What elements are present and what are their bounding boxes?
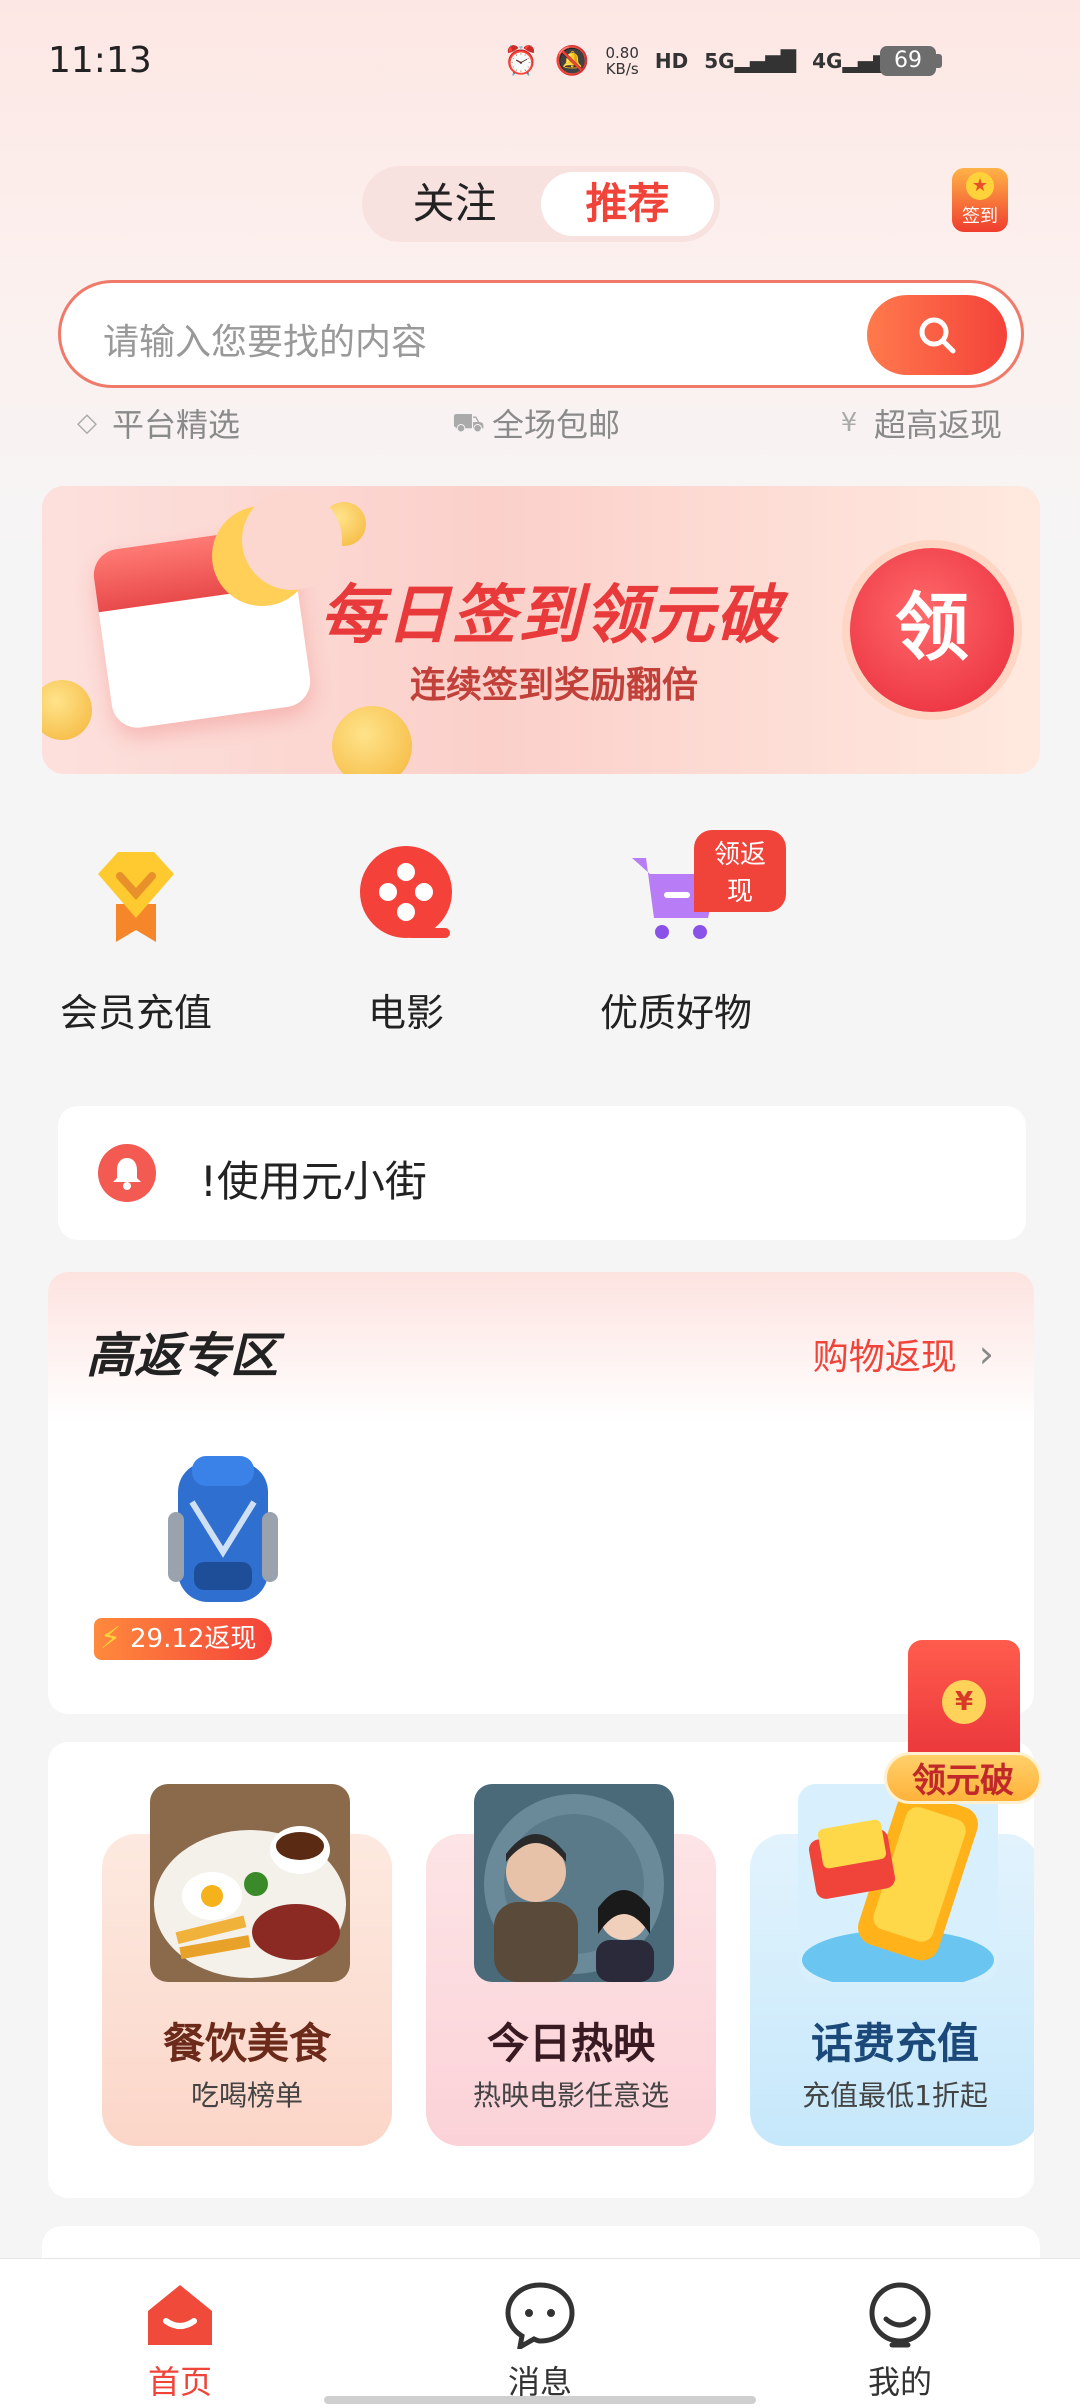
- home-indicator: [324, 2396, 756, 2404]
- category-title: 餐饮美食: [162, 2019, 331, 2068]
- search-icon: [919, 317, 956, 354]
- backpack-image: [168, 1456, 278, 1602]
- category-subtitle: 充值最低1折起: [802, 2079, 988, 2112]
- star-icon: ★: [966, 172, 994, 200]
- chevron-right-icon: ›: [978, 1332, 994, 1376]
- sim1-label: 5G: [704, 48, 735, 73]
- banner-subtitle: 连续签到奖励翻倍: [410, 665, 699, 706]
- quick-action-label: 优质好物: [599, 991, 752, 1035]
- nav-profile[interactable]: 我的: [820, 2277, 980, 2401]
- food-image: [150, 1784, 350, 1982]
- quick-action-vip[interactable]: 会员充值: [26, 830, 246, 1040]
- feature-label: 超高返现: [874, 406, 1003, 444]
- movie-poster-image: [474, 1784, 674, 1982]
- checkin-button[interactable]: ★ 签到: [952, 168, 1008, 232]
- checkin-banner[interactable]: 每日签到领元破 连续签到奖励翻倍 领: [42, 486, 1040, 774]
- feature-selected: ◇ 平台精选: [72, 400, 240, 446]
- feature-label: 全场包邮: [492, 406, 621, 444]
- shopping-cashback-link[interactable]: 购物返现 ›: [813, 1328, 994, 1380]
- nav-label: 首页: [147, 2363, 212, 2401]
- cashback-badge: 领返现: [694, 830, 786, 912]
- coin-icon: [332, 706, 412, 774]
- category-subtitle: 吃喝榜单: [190, 2079, 303, 2112]
- alarm-icon: ⏰: [503, 44, 539, 77]
- search-placeholder: 请输入您要找的内容: [103, 322, 428, 363]
- search-input[interactable]: 请输入您要找的内容: [58, 280, 1024, 388]
- search-button[interactable]: [867, 295, 1007, 375]
- feed-tab-switch: 关注 推荐: [362, 166, 720, 242]
- nav-home[interactable]: 首页: [100, 2277, 260, 2401]
- feature-cashback: ¥ 超高返现: [834, 400, 1002, 446]
- film-reel-icon: [360, 846, 452, 938]
- quick-action-label: 会员充值: [59, 991, 212, 1035]
- yen-refresh-icon: ¥: [840, 408, 858, 438]
- sim2-label: 4G: [812, 48, 843, 73]
- feature-free-shipping: ⛟ 全场包邮: [452, 400, 620, 446]
- battery-icon: 69: [880, 46, 936, 76]
- net-speed: 0.80 KB/s: [606, 45, 639, 77]
- quick-action-goods[interactable]: 领返现 优质好物: [566, 830, 786, 1040]
- category-title: 话费充值: [810, 2019, 979, 2068]
- phone-topup-image: [798, 1784, 998, 1982]
- battery-tip: [936, 54, 942, 68]
- section-link-label: 购物返现: [812, 1337, 957, 1378]
- cashback-amount: 29.12返现: [130, 1624, 257, 1654]
- feature-label: 平台精选: [112, 406, 241, 444]
- net-speed-unit: KB/s: [605, 59, 639, 78]
- section-title: 高返专区: [86, 1328, 279, 1384]
- lightning-icon: ⚡: [100, 1621, 122, 1656]
- sim1-signal-icon: 5G▂▄▆█: [704, 48, 797, 73]
- red-envelope-icon: ¥: [908, 1640, 1020, 1770]
- banner-claim-button[interactable]: 领: [842, 540, 1022, 720]
- hd-icon: HD: [654, 48, 689, 73]
- tab-recommend[interactable]: 推荐: [541, 172, 714, 236]
- nav-messages[interactable]: 消息: [460, 2277, 620, 2401]
- category-title: 今日热映: [486, 2019, 655, 2068]
- category-subtitle: 热映电影任意选: [472, 2079, 669, 2112]
- category-card-topup[interactable]: 话费充值 充值最低1折起: [750, 1784, 1034, 2146]
- diamond-icon: ◇: [77, 408, 97, 438]
- notice-bar[interactable]: !使用元小街: [58, 1106, 1026, 1240]
- quick-action-label: 电影: [367, 991, 444, 1035]
- feature-strip: ◇ 平台精选 ⛟ 全场包邮 ¥ 超高返现: [72, 400, 1012, 444]
- category-card-food[interactable]: 餐饮美食 吃喝榜单: [102, 1784, 392, 2146]
- status-time: 11:13: [48, 40, 152, 81]
- quick-action-movie[interactable]: 电影: [296, 830, 516, 1040]
- bell-icon: [98, 1144, 156, 1202]
- smiley-profile-icon: [869, 2282, 931, 2348]
- home-icon: [148, 2285, 212, 2345]
- floating-packet-label: 领元破: [884, 1752, 1042, 1804]
- category-card-movies[interactable]: 今日热映 热映电影任意选: [426, 1784, 716, 2146]
- truck-icon: ⛟: [452, 408, 485, 438]
- checkin-label: 签到: [962, 206, 998, 227]
- coin-icon: [42, 680, 92, 740]
- vip-diamond-icon: [98, 852, 174, 942]
- yen-coin-icon: ¥: [942, 1680, 986, 1724]
- floating-red-packet[interactable]: ¥ 领元破: [884, 1640, 1042, 1808]
- chat-bubble-icon: [505, 2282, 575, 2349]
- notice-text: !使用元小街: [200, 1157, 427, 1206]
- cashback-tag: ⚡ 29.12返现: [94, 1618, 272, 1660]
- category-section: 餐饮美食 吃喝榜单 今日热映 热映电影任意选 话费充值 充值最低1折起: [48, 1742, 1034, 2198]
- nav-label: 我的: [867, 2363, 932, 2401]
- mute-bell-icon: 🔕: [554, 44, 590, 77]
- status-bar: 11:13 ⏰ 🔕 0.80 KB/s HD 5G▂▄▆█ 4G▂▄▆█ 69: [0, 0, 1080, 110]
- bottom-nav: 首页 消息 我的: [0, 2258, 1080, 2408]
- banner-title: 每日签到领元破: [320, 579, 782, 653]
- status-icons: ⏰ 🔕 0.80 KB/s HD 5G▂▄▆█ 4G▂▄▆█: [504, 44, 904, 77]
- tab-follow[interactable]: 关注: [368, 172, 541, 236]
